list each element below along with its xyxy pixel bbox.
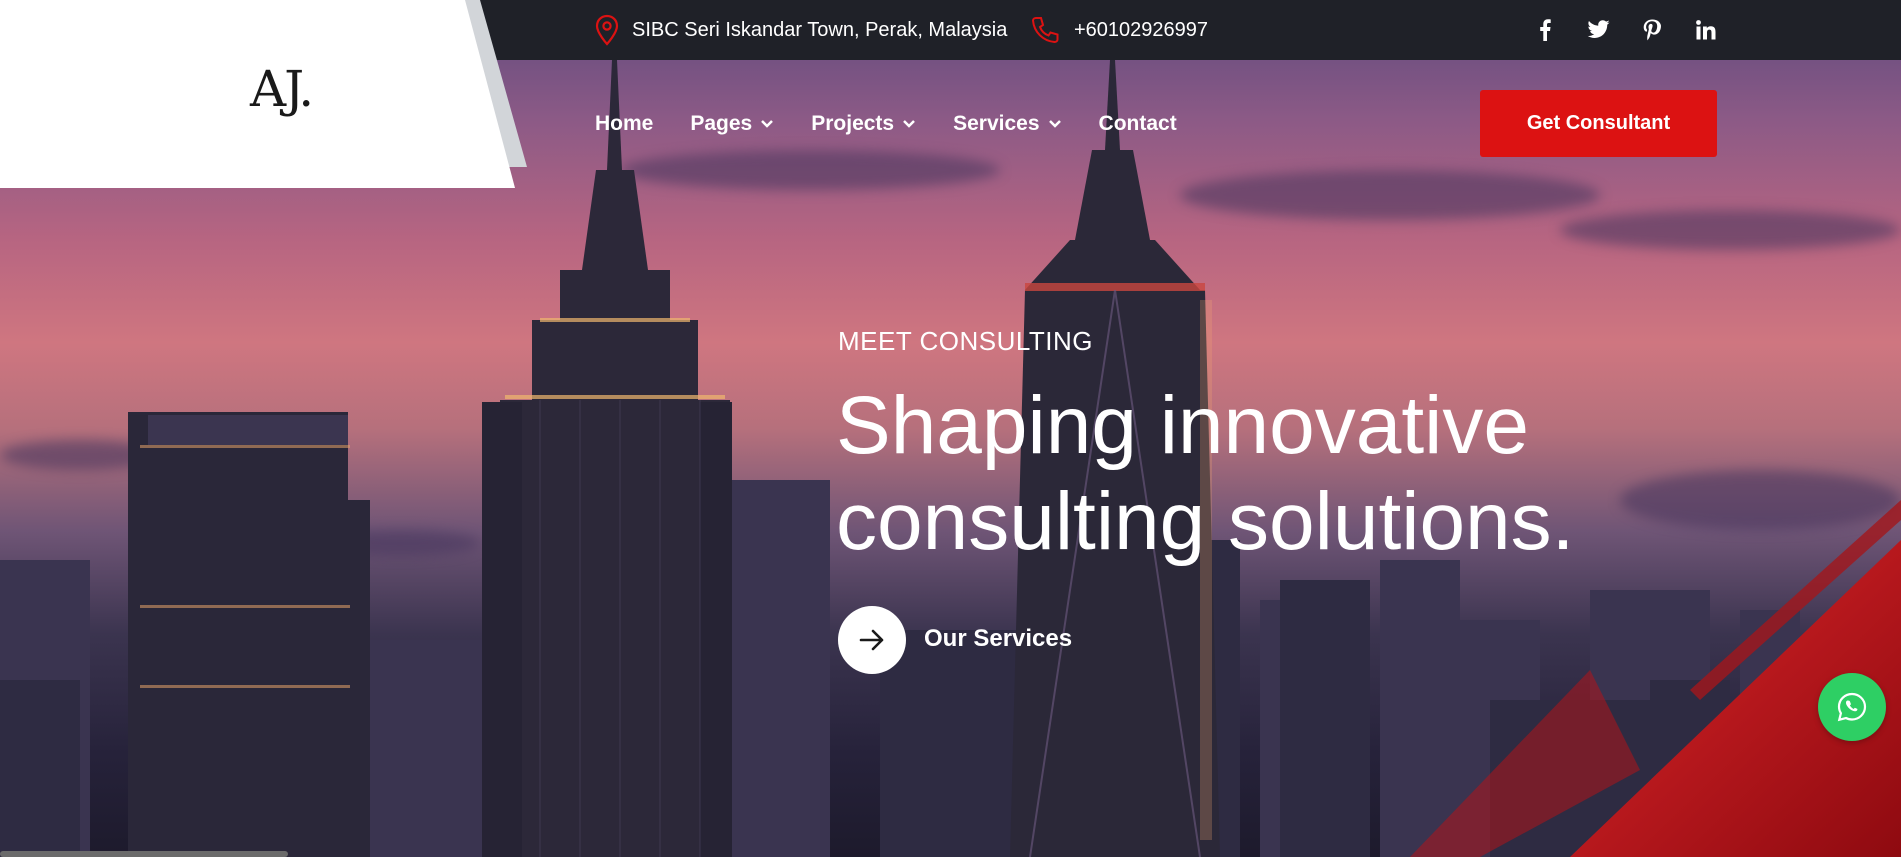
location-pin-icon (595, 14, 619, 46)
chevron-down-icon (903, 120, 915, 128)
hero-eyebrow: MEET CONSULTING (838, 326, 1094, 356)
phone-info[interactable]: +60102926997 (1030, 0, 1208, 60)
our-services-arrow-button[interactable] (838, 606, 906, 674)
nav-services[interactable]: Services (953, 104, 1061, 144)
main-navigation: Home Pages Projects Services Contact (595, 104, 1214, 144)
chevron-down-icon (1048, 120, 1061, 128)
nav-pages[interactable]: Pages (690, 104, 774, 144)
address-text: SIBC Seri Iskandar Town, Perak, Malaysia (632, 18, 1008, 41)
our-services-link[interactable]: Our Services (924, 625, 1072, 653)
whatsapp-icon (1837, 692, 1867, 722)
nav-services-label[interactable]: Services (953, 112, 1039, 136)
get-consultant-button[interactable]: Get Consultant (1480, 90, 1717, 157)
nav-pages-label[interactable]: Pages (690, 112, 752, 136)
nav-home-label[interactable]: Home (595, 112, 653, 136)
nav-projects[interactable]: Projects (811, 104, 916, 144)
pinterest-icon[interactable] (1638, 16, 1666, 44)
nav-contact[interactable]: Contact (1099, 104, 1177, 144)
phone-icon (1031, 17, 1059, 44)
nav-projects-label[interactable]: Projects (811, 112, 894, 136)
address-info: SIBC Seri Iskandar Town, Perak, Malaysia (594, 0, 1007, 60)
arrow-right-icon (859, 629, 884, 651)
hero-headline-line2: consulting solutions. (836, 476, 1575, 567)
whatsapp-button[interactable] (1818, 673, 1886, 741)
hero-headline-line1: Shaping innovative (836, 380, 1529, 471)
nav-contact-label[interactable]: Contact (1099, 112, 1177, 136)
site-logo[interactable]: AJ. (250, 60, 314, 118)
hero-headline: Shaping innovative consulting solutions. (836, 378, 1736, 570)
chevron-down-icon (761, 120, 774, 128)
twitter-icon[interactable] (1584, 16, 1612, 44)
nav-home[interactable]: Home (595, 104, 653, 144)
phone-text[interactable]: +60102926997 (1074, 19, 1208, 42)
linkedin-icon[interactable] (1692, 16, 1720, 44)
horizontal-scrollbar[interactable] (0, 851, 288, 857)
facebook-icon[interactable] (1531, 16, 1559, 44)
